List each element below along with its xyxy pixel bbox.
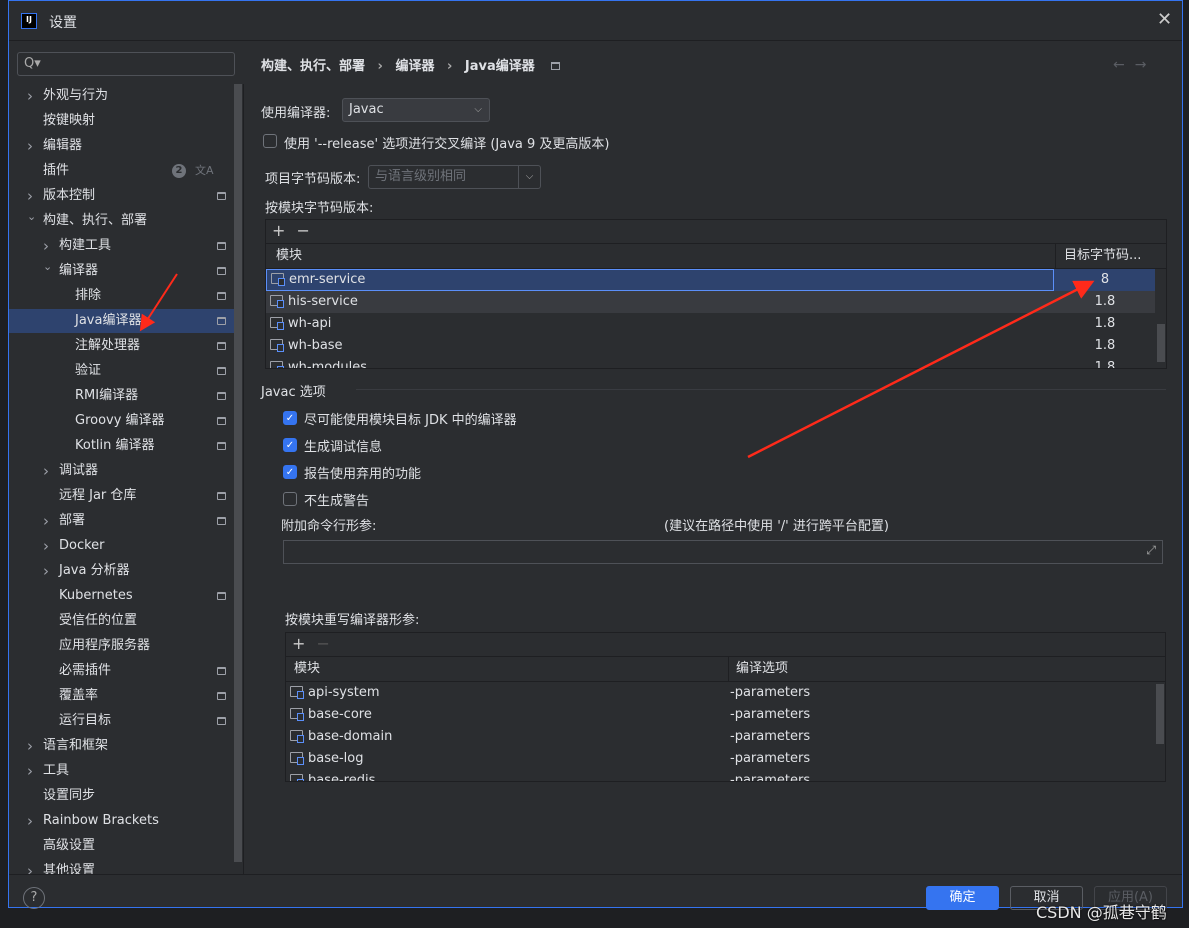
annotation-overlay <box>139 273 1095 459</box>
annotation-arrow <box>747 280 1095 459</box>
annotation-arrow <box>139 273 178 332</box>
watermark: CSDN @孤巷守鹤 <box>1036 903 1167 922</box>
